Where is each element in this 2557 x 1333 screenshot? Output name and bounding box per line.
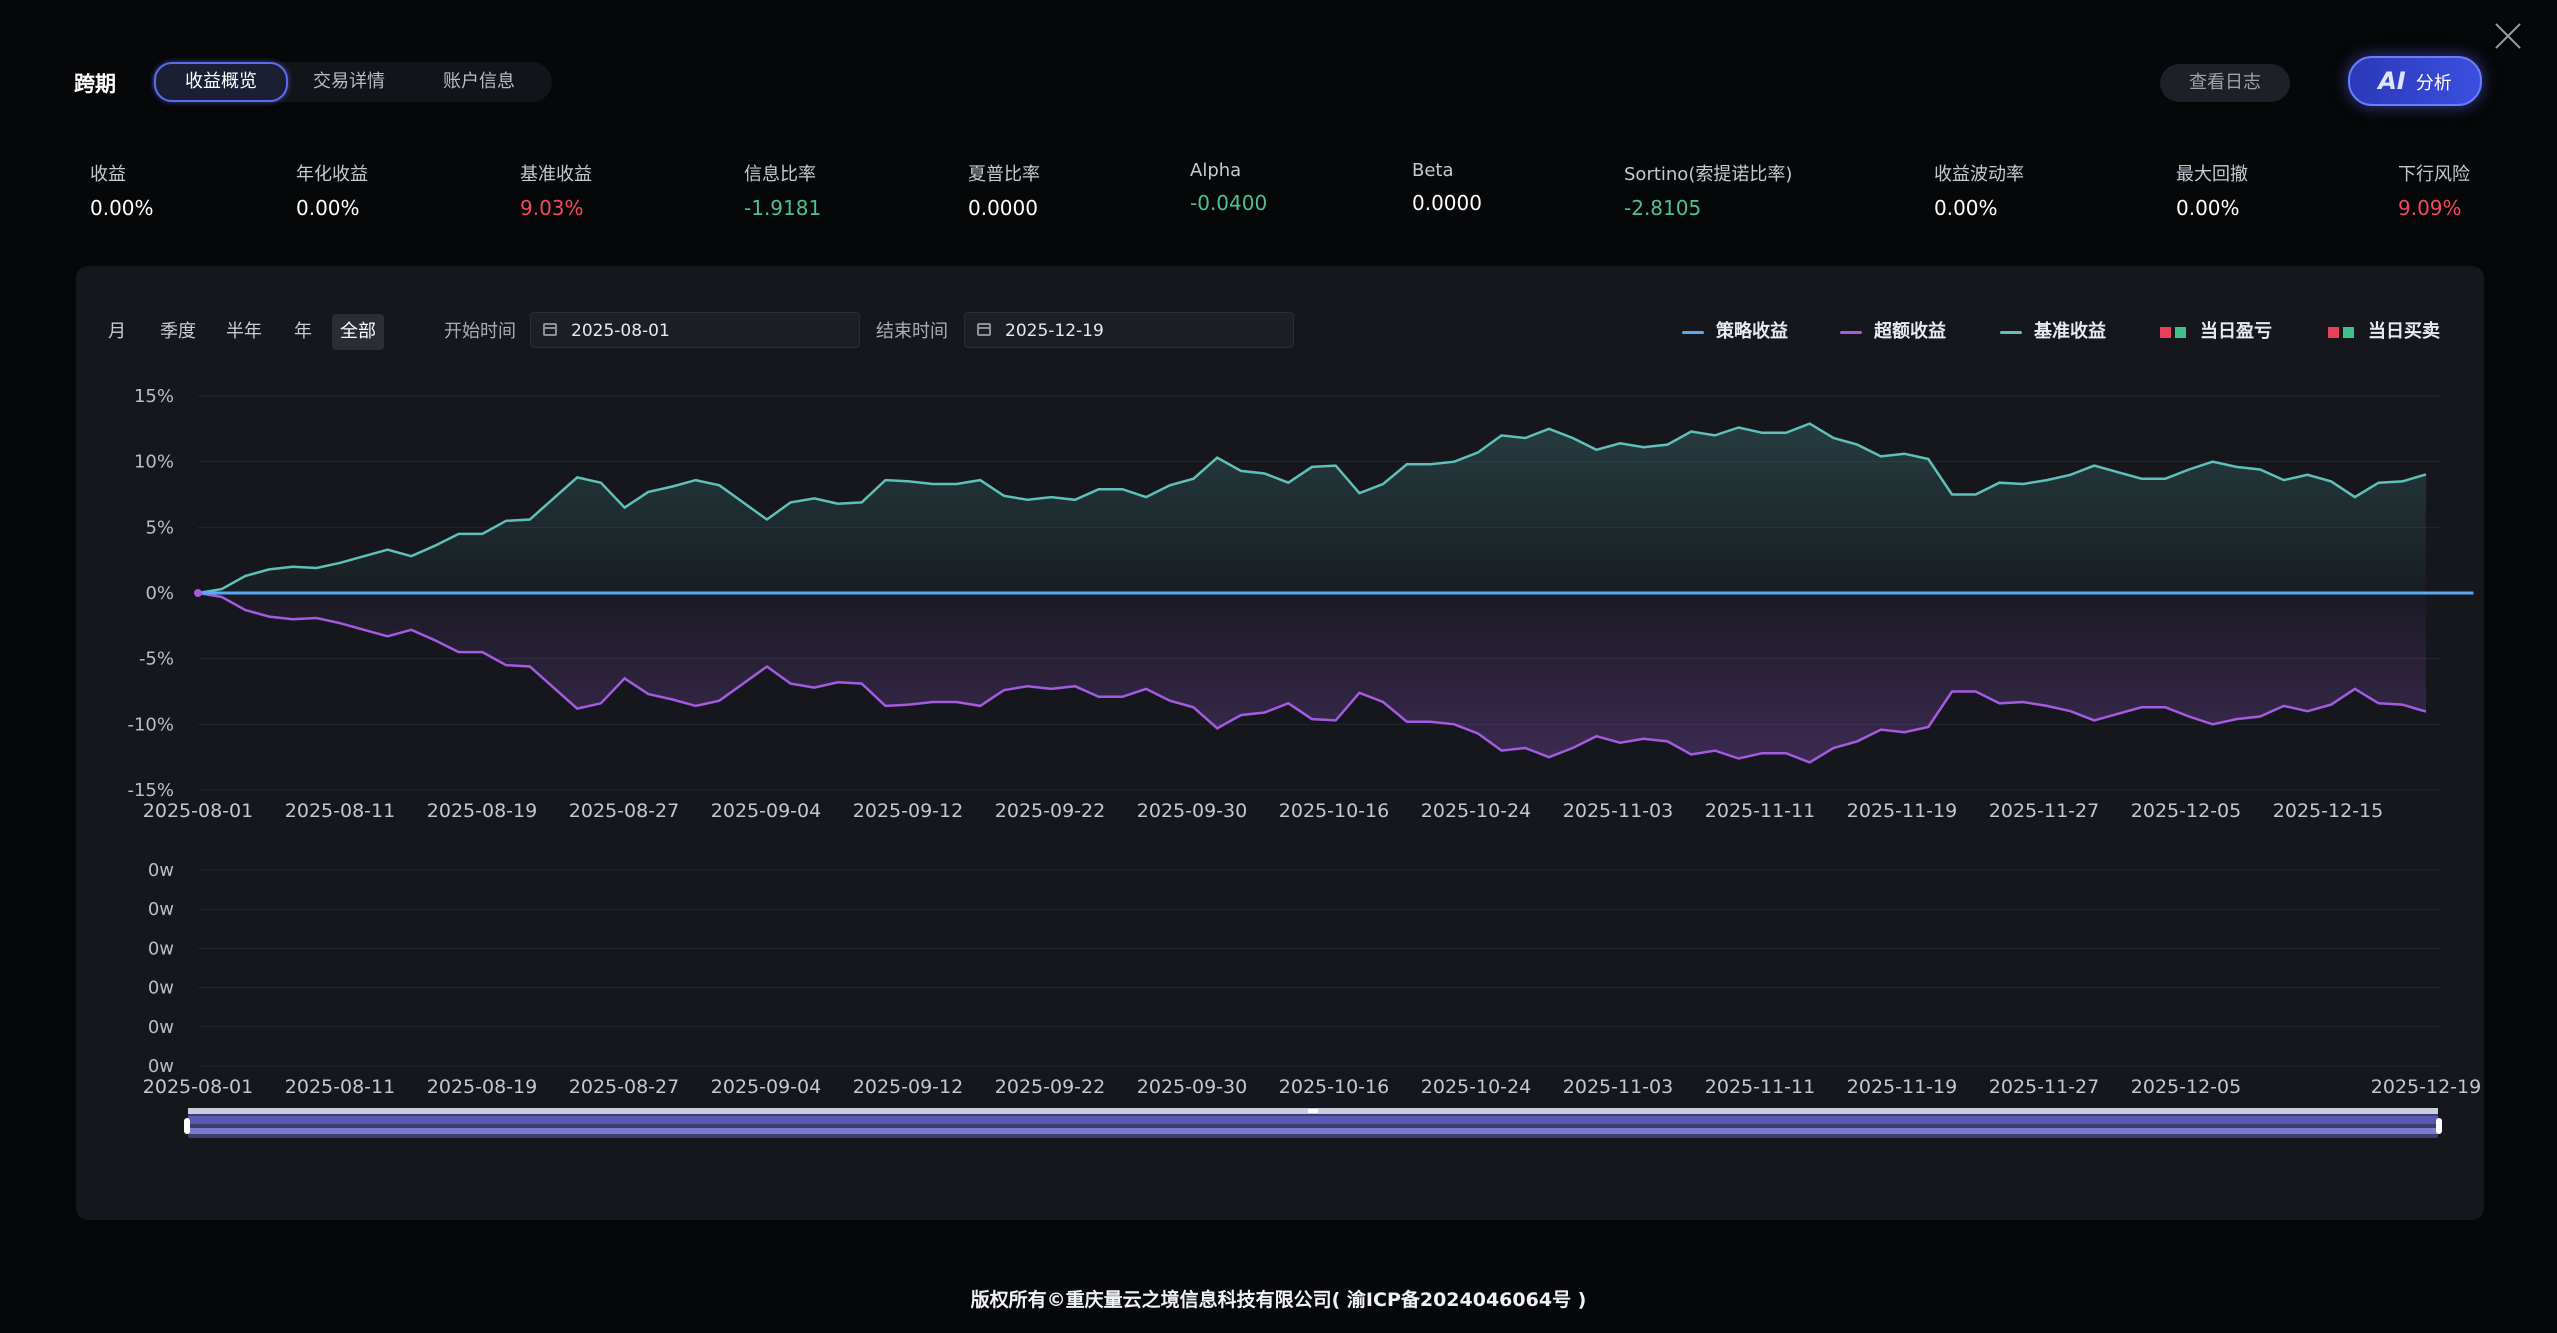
x-tick-label: 2025-08-01 (143, 1076, 253, 1098)
metric-5: Alpha -0.0400 (1190, 160, 1267, 215)
x-tick-label: 2025-12-19 (2371, 1076, 2481, 1098)
y-tick-label: 0% (145, 583, 174, 604)
x-tick-label: 2025-09-22 (995, 800, 1105, 822)
x-tick-label: 2025-11-19 (1847, 1076, 1957, 1098)
footer-copyright: 版权所有©重庆量云之境信息科技有限公司( 渝ICP备2024046064号 ) (970, 1289, 1587, 1311)
view-log-button[interactable]: 查看日志 (2160, 64, 2290, 102)
x-tick-label: 2025-12-05 (2131, 1076, 2241, 1098)
x-tick-label: 2025-09-30 (1137, 800, 1247, 822)
metric-0: 收益 0.00% (90, 160, 154, 220)
y-tick-label: 15% (134, 386, 174, 407)
metric-value: 0.00% (90, 196, 154, 220)
y-tick-label: 0w (148, 1017, 174, 1038)
metric-label: Alpha (1190, 160, 1242, 181)
page-title: 跨期 (74, 72, 116, 96)
x-tick-label: 2025-12-05 (2131, 800, 2241, 822)
x-tick-label: 2025-10-24 (1421, 1076, 1531, 1098)
returns-chart: 15%10%5%0%-5%-10%-15%2025-08-01 2025-08-1… (127, 386, 2481, 1138)
metric-2: 基准收益 9.03% (520, 160, 592, 220)
benchmark-area (198, 423, 2426, 593)
x-tick-label: 2025-11-19 (1847, 800, 1957, 822)
metric-value: 9.09% (2398, 196, 2462, 220)
x-tick-label: 2025-11-03 (1563, 1076, 1673, 1098)
x-tick-label: 2025-09-30 (1137, 1076, 1247, 1098)
x-tick-label: 2025-10-16 (1279, 1076, 1389, 1098)
tab-bar: 收益概览 交易详情 账户信息 (152, 62, 552, 102)
tab-trade-details[interactable]: 交易详情 (288, 64, 410, 100)
zoom-grip-icon[interactable] (1308, 1109, 1318, 1113)
x-tick-label: 2025-08-01 (143, 800, 253, 822)
x-tick-label: 2025-09-22 (995, 1076, 1105, 1098)
zoom-slider-fill (188, 1128, 2438, 1134)
ai-analysis-button[interactable]: AI 分析 (2348, 56, 2482, 106)
metric-label: 年化收益 (296, 164, 368, 185)
metric-label: 信息比率 (744, 164, 816, 185)
ai-analysis-label: 分析 (2415, 73, 2452, 94)
x-tick-label: 2025-08-11 (285, 800, 395, 822)
x-tick-label: 2025-09-12 (853, 1076, 963, 1098)
x-tick-label: 2025-08-27 (569, 1076, 679, 1098)
metric-label: 下行风险 (2398, 164, 2470, 185)
x-tick-label: 2025-11-27 (1989, 1076, 2099, 1098)
metric-label: 基准收益 (520, 164, 592, 185)
metric-value: 0.0000 (968, 196, 1038, 220)
x-tick-label: 2025-08-19 (427, 800, 537, 822)
x-tick-label: 2025-10-24 (1421, 800, 1531, 822)
x-tick-label: 2025-08-19 (427, 1076, 537, 1098)
y-tick-label: -15% (127, 780, 174, 801)
x-tick-label: 2025-09-12 (853, 800, 963, 822)
y-tick-label: 10% (134, 452, 174, 473)
metric-value: 9.03% (520, 196, 584, 220)
metric-label: Beta (1412, 160, 1454, 181)
close-icon[interactable] (2494, 22, 2522, 50)
excess-area (198, 593, 2426, 763)
metric-value: 0.00% (2176, 196, 2240, 220)
x-tick-label: 2025-10-16 (1279, 800, 1389, 822)
tab-account-info[interactable]: 账户信息 (418, 64, 540, 100)
metric-8: 收益波动率 0.00% (1934, 160, 2024, 220)
metric-4: 夏普比率 0.0000 (968, 160, 1040, 220)
metric-value: -0.0400 (1190, 191, 1268, 215)
metric-value: -1.9181 (744, 196, 822, 220)
metric-value: -2.8105 (1624, 196, 1702, 220)
metric-10: 下行风险 9.09% (2398, 160, 2470, 220)
y-tick-label: 0w (148, 978, 174, 999)
x-tick-label: 2025-08-11 (285, 1076, 395, 1098)
metric-label: Sortino(索提诺比率) (1624, 164, 1793, 185)
ai-icon: AI (2378, 67, 2406, 95)
series-start-point (194, 589, 202, 597)
zoom-handle-right[interactable] (2436, 1118, 2442, 1134)
metric-value: 0.0000 (1412, 191, 1482, 215)
x-tick-label: 2025-09-04 (711, 1076, 821, 1098)
x-tick-label: 2025-11-27 (1989, 800, 2099, 822)
metric-9: 最大回撤 0.00% (2176, 160, 2248, 220)
y-tick-label: -5% (139, 649, 174, 670)
x-tick-label: 2025-11-03 (1563, 800, 1673, 822)
metric-value: 0.00% (1934, 196, 1998, 220)
zoom-slider-fill (188, 1116, 2438, 1124)
metric-label: 收益波动率 (1934, 164, 2024, 185)
y-tick-label: 0w (148, 860, 174, 881)
y-tick-label: 0w (148, 1056, 174, 1077)
metric-label: 最大回撤 (2176, 164, 2248, 185)
metric-label: 夏普比率 (968, 164, 1040, 185)
y-tick-label: 5% (145, 517, 174, 538)
y-tick-label: 0w (148, 899, 174, 920)
y-tick-label: -10% (127, 714, 174, 735)
x-tick-label: 2025-11-11 (1705, 1076, 1815, 1098)
x-tick-label: 2025-09-04 (711, 800, 821, 822)
zoom-handle-left[interactable] (184, 1118, 190, 1134)
metric-1: 年化收益 0.00% (296, 160, 368, 220)
metric-value: 0.00% (296, 196, 360, 220)
metric-3: 信息比率 -1.9181 (744, 160, 821, 220)
tab-overview[interactable]: 收益概览 (154, 62, 288, 102)
metric-7: Sortino(索提诺比率) -2.8105 (1624, 160, 1792, 220)
x-tick-label: 2025-11-11 (1705, 800, 1815, 822)
metric-6: Beta 0.0000 (1412, 160, 1482, 215)
metric-label: 收益 (90, 164, 126, 185)
y-tick-label: 0w (148, 938, 174, 959)
x-tick-label: 2025-08-27 (569, 800, 679, 822)
x-tick-label: 2025-12-15 (2273, 800, 2383, 822)
chart-panel: 月 季度 半年 年 全部 开始时间 2025-08-01 结束时间 2025-1… (76, 266, 2484, 1220)
